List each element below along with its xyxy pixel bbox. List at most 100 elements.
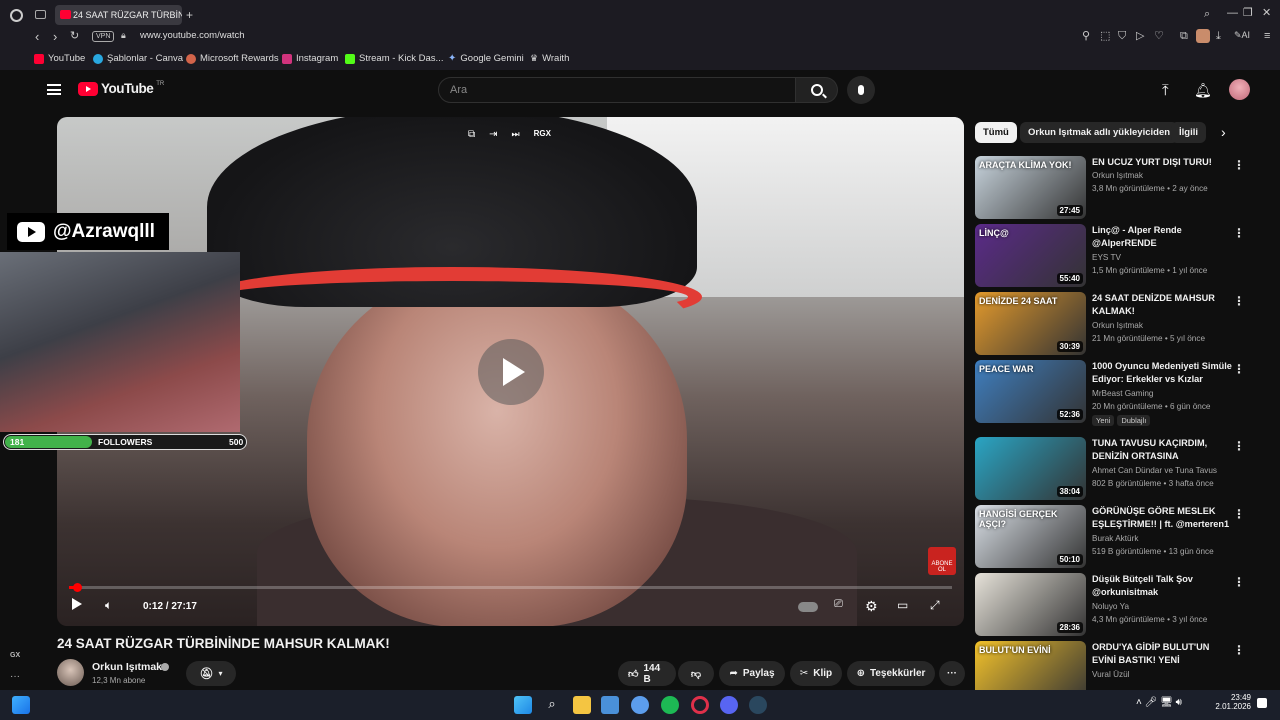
chip-from-uploader[interactable]: Orkun Işıtmak adlı yükleyiciden <box>1020 122 1179 143</box>
miniplayer-icon[interactable]: ⧉ <box>468 129 475 140</box>
hamburger-menu-icon[interactable] <box>47 84 61 95</box>
recommendation-item[interactable]: PEACE WAR 52:36 1000 Oyuncu Medeniyeti Sim… <box>975 360 1255 426</box>
recommendation-item[interactable]: 28:36 Düşük Bütçeli Talk Şov @orkunisitma… <box>975 573 1255 637</box>
recommendation-channel[interactable]: Orkun Işıtmak <box>1092 171 1143 180</box>
more-options-icon[interactable]: ⋮ <box>1233 158 1245 172</box>
dislike-button[interactable]: 👎︎ <box>678 661 714 686</box>
file-explorer-icon[interactable] <box>573 696 591 714</box>
chevron-right-icon[interactable]: › <box>1221 124 1226 140</box>
volume-button[interactable]: 🔈︎ <box>105 598 112 613</box>
more-options-icon[interactable]: ⋮ <box>1233 507 1245 521</box>
account-avatar[interactable] <box>1229 79 1250 100</box>
recommendation-title[interactable]: 24 SAAT DENİZDE MAHSUR KALMAK! <box>1092 292 1232 318</box>
extensions-icon[interactable]: ⧉ <box>1180 31 1188 42</box>
vpn-badge[interactable]: VPN <box>92 31 115 42</box>
more-options-icon[interactable]: ⋮ <box>1233 362 1245 376</box>
search-input[interactable]: Ara <box>438 77 796 103</box>
thanks-button[interactable]: ⊕ Teşekkürler <box>847 661 935 686</box>
search-tabs-icon[interactable]: ⌕ <box>1204 9 1210 20</box>
reload-icon[interactable]: ↻ <box>70 31 79 42</box>
heart-icon[interactable]: ♡ <box>1154 31 1164 42</box>
channel-name[interactable]: Orkun Işıtmak <box>92 661 162 673</box>
bookmark-instagram[interactable]: Instagram <box>282 53 338 64</box>
video-thumbnail[interactable]: 38:04 <box>975 437 1086 500</box>
chip-related[interactable]: İlgili <box>1171 122 1206 143</box>
chip-all[interactable]: Tümü <box>975 122 1017 143</box>
autoplay-toggle[interactable] <box>798 602 818 612</box>
close-icon[interactable]: ✕ <box>1262 8 1271 19</box>
recommendation-item[interactable]: HANGİSİ GERÇEK AŞÇI? 50:10 GÖRÜNÜŞE GÖRE M… <box>975 505 1255 569</box>
progress-scrubber[interactable] <box>73 583 83 592</box>
bookmark-gemini[interactable]: ✦ Google Gemini <box>448 53 524 64</box>
captions-icon[interactable]: ⎚ <box>834 598 843 611</box>
share-button[interactable]: ➦ Paylaş <box>719 661 785 686</box>
notification-subscribe-button[interactable]: 🔕︎ ▾ <box>186 661 236 686</box>
fullscreen-icon[interactable]: ⤢ <box>930 598 940 613</box>
subscribe-watermark[interactable]: ABONE OL <box>928 547 956 575</box>
download-icon[interactable]: ⤓ <box>1216 31 1221 42</box>
bookmark-microsoft-rewards[interactable]: Microsoft Rewards <box>186 53 279 64</box>
new-tab-icon[interactable]: + <box>186 9 193 21</box>
snapshot-icon[interactable]: ⬚ <box>1100 31 1110 42</box>
more-options-icon[interactable]: ⋮ <box>1233 575 1245 589</box>
upload-icon[interactable]: ⤒ <box>1162 82 1169 99</box>
maximize-icon[interactable]: ❐ <box>1243 8 1253 19</box>
pin-icon[interactable]: ⚲ <box>1082 31 1090 42</box>
forward-icon[interactable]: › <box>53 30 57 43</box>
gx-label[interactable]: GX <box>10 652 20 659</box>
channel-avatar[interactable] <box>57 659 84 686</box>
bookmark-youtube[interactable]: YouTube <box>34 53 85 64</box>
video-thumbnail[interactable]: HANGİSİ GERÇEK AŞÇI? 50:10 <box>975 505 1086 568</box>
recommendation-title[interactable]: 1000 Oyuncu Medeniyeti Simüle Ediyor: Er… <box>1092 360 1232 386</box>
play-icon[interactable]: ▷ <box>1136 31 1144 42</box>
steam-icon[interactable] <box>749 696 767 714</box>
aria-ai-button[interactable]: ✎AI <box>1234 31 1250 40</box>
recommendation-channel[interactable]: MrBeast Gaming <box>1092 389 1153 398</box>
recommendation-channel[interactable]: Burak Aktürk <box>1092 534 1138 543</box>
discord-icon[interactable] <box>720 696 738 714</box>
search-icon[interactable]: ⌕ <box>543 696 561 714</box>
video-thumbnail[interactable]: 28:36 <box>975 573 1086 636</box>
recommendation-title[interactable]: Linç@ - Alper Rende @AlperRENDE <box>1092 224 1232 250</box>
skip-icon[interactable]: ⏭︎ <box>512 129 520 140</box>
recommendation-item[interactable]: 38:04 TUNA TAVUSU KAÇIRDIM, DENİZİN ORTAS… <box>975 437 1255 501</box>
like-button[interactable]: 👍︎ 144 B <box>618 661 676 686</box>
big-play-button[interactable] <box>478 339 544 405</box>
play-pause-button[interactable] <box>72 598 82 610</box>
menu-icon[interactable]: ≡ <box>1264 31 1270 42</box>
back-icon[interactable]: ‹ <box>35 30 39 43</box>
bookmark-canva[interactable]: Şablonlar - Canva <box>93 53 183 64</box>
opera-gx-icon[interactable] <box>691 696 709 714</box>
spotify-icon[interactable] <box>661 696 679 714</box>
start-menu-icon[interactable] <box>514 696 532 714</box>
recommendation-title[interactable]: ORDU'YA GİDİP BULUT'UN EVİNİ BASTIK! YEN… <box>1092 641 1232 668</box>
clip-button[interactable]: ✂ Klip <box>790 661 842 686</box>
more-actions-button[interactable]: ··· <box>939 661 965 686</box>
video-thumbnail[interactable]: ARAÇTA KLİMA YOK! 27:45 <box>975 156 1086 219</box>
progress-bar[interactable] <box>69 583 952 592</box>
recommendation-item[interactable]: ARAÇTA KLİMA YOK! 27:45 EN UCUZ YURT DIŞI … <box>975 156 1255 220</box>
profile-avatar[interactable] <box>1196 29 1210 43</box>
recommendation-item[interactable]: LİNÇ@ 55:40 Linç@ - Alper Rende @AlperREND… <box>975 224 1255 288</box>
rgx-label[interactable]: RGX <box>534 129 551 140</box>
recommendation-title[interactable]: TUNA TAVUSU KAÇIRDIM, DENİZİN ORTASINA B… <box>1092 437 1232 464</box>
notification-icon[interactable] <box>1257 698 1267 708</box>
settings-gear-icon[interactable]: ⚙︎ <box>865 598 878 615</box>
search-button[interactable] <box>796 77 838 103</box>
more-options-icon[interactable]: ⋮ <box>1233 439 1245 453</box>
youtube-logo[interactable]: YouTube TR <box>78 81 164 96</box>
app-icon[interactable] <box>631 696 649 714</box>
active-tab[interactable]: 24 SAAT RÜZGAR TÜRBİNİ <box>55 5 182 25</box>
shield-icon[interactable]: ⛉ <box>1118 31 1126 42</box>
tab-tiles-icon[interactable] <box>35 10 46 19</box>
notifications-bell-icon[interactable]: 🔔︎ <box>1194 82 1212 99</box>
recommendation-title[interactable]: GÖRÜNÜŞE GÖRE MESLEK EŞLEŞTİRME!! | ft. … <box>1092 505 1232 531</box>
video-thumbnail[interactable]: DENİZDE 24 SAAT 30:39 <box>975 292 1086 355</box>
recommendation-channel[interactable]: Noluyo Ya <box>1092 602 1129 611</box>
more-options-icon[interactable]: ⋮ <box>1233 643 1245 657</box>
theater-mode-icon[interactable]: ▭ <box>897 598 908 612</box>
recommendation-channel[interactable]: Vural Üzül <box>1092 670 1129 679</box>
recommendation-item[interactable]: DENİZDE 24 SAAT 30:39 24 SAAT DENİZDE MAHS… <box>975 292 1255 356</box>
voice-search-button[interactable] <box>847 76 875 104</box>
video-thumbnail[interactable]: PEACE WAR 52:36 <box>975 360 1086 423</box>
